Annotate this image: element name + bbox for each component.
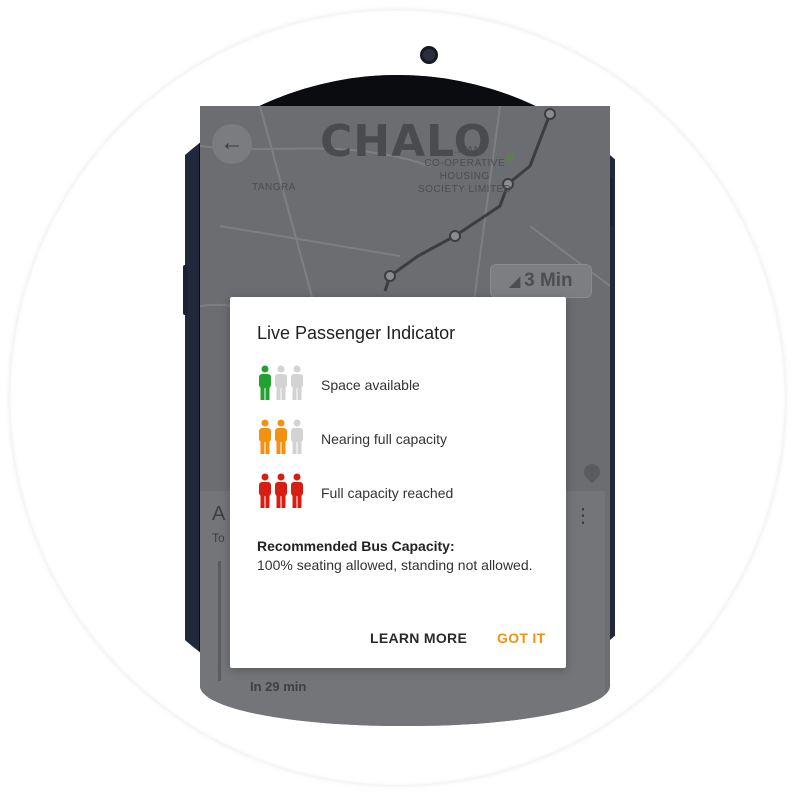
person-figure-icon (291, 473, 303, 508)
legend-label: Full capacity reached (321, 485, 454, 501)
person-figure-icon (275, 419, 287, 454)
recommended-capacity-body: 100% seating allowed, standing not allow… (257, 557, 533, 573)
back-arrow-icon[interactable]: ← (212, 124, 252, 164)
person-figure-icon (275, 365, 287, 400)
dialog-title: Live Passenger Indicator (257, 323, 456, 343)
passenger-level-icon-1 (259, 365, 303, 400)
passenger-level-icon-3 (259, 473, 303, 508)
person-figure-icon (291, 419, 303, 454)
route-destination: To (212, 531, 225, 545)
phone-volume-button (183, 265, 188, 315)
person-figure-icon (259, 365, 271, 400)
timeline-line (218, 561, 221, 681)
legend-row-full-capacity: Full capacity reached (258, 473, 548, 513)
legend-row-nearing-full: Nearing full capacity (258, 419, 548, 459)
person-figure-icon (259, 473, 271, 508)
live-signal-icon: ◢ (509, 273, 521, 289)
route-stop (384, 270, 396, 282)
legend-label: Space available (321, 377, 420, 393)
person-figure-icon (275, 473, 287, 508)
eta-badge: ◢ 3 Min (490, 264, 592, 298)
route-stop (449, 230, 461, 242)
person-figure-icon (259, 419, 271, 454)
legend-row-space-available: Space available (258, 365, 548, 405)
front-camera (420, 46, 438, 64)
more-options-icon[interactable]: ⋮ (573, 503, 593, 528)
person-figure-icon (291, 365, 303, 400)
learn-more-button[interactable]: LEARN MORE (370, 630, 467, 646)
got-it-button[interactable]: GOT IT (497, 630, 545, 646)
passenger-level-icon-2 (259, 419, 303, 454)
map-label-tangra: TANGRA (252, 182, 296, 193)
map-label-society: ...ITAN CO-OPERATIVE HOUSING SOCIETY LIM… (418, 145, 512, 195)
legend-label: Nearing full capacity (321, 431, 448, 447)
eta-text: 3 Min (524, 270, 573, 291)
route-name: A (212, 503, 226, 525)
arrival-time: In 29 min (250, 679, 307, 694)
route-stop (544, 108, 556, 120)
passenger-indicator-dialog: Live Passenger Indicator Space available… (230, 297, 566, 668)
recommended-capacity-title: Recommended Bus Capacity: (257, 538, 455, 554)
